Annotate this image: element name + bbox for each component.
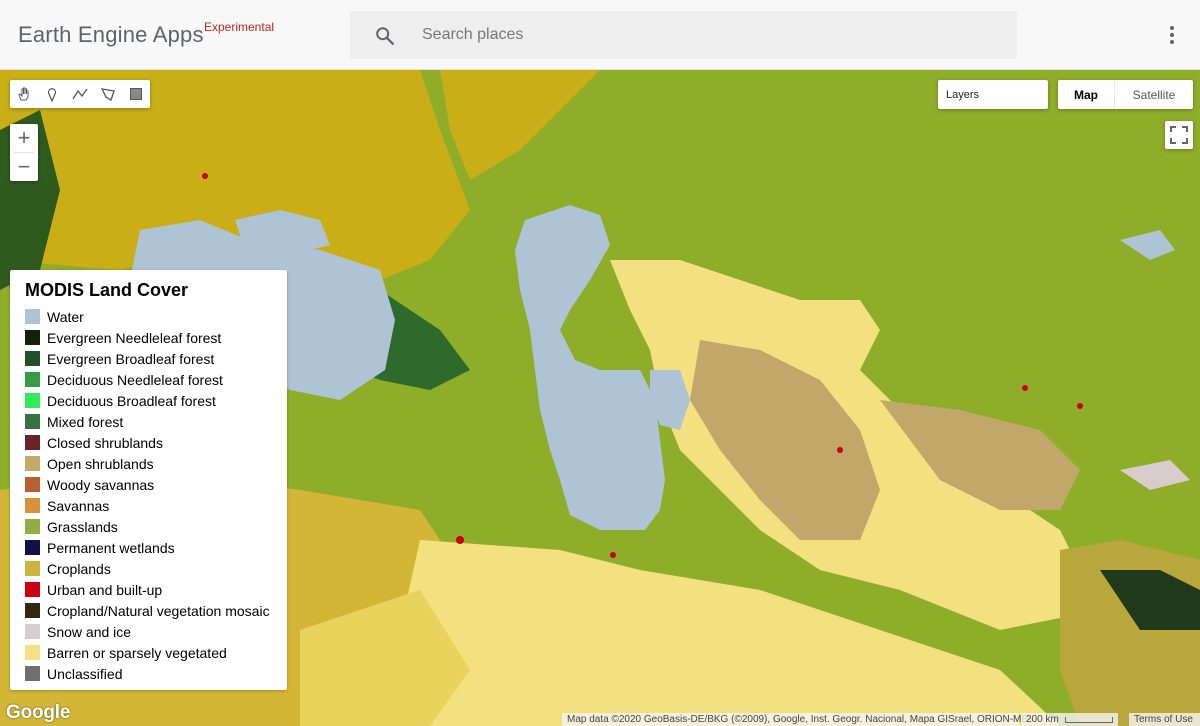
legend-swatch xyxy=(25,666,40,681)
search-icon[interactable] xyxy=(374,25,396,47)
search-input[interactable] xyxy=(422,21,982,49)
zoom-control: + − xyxy=(10,124,38,181)
legend-swatch xyxy=(25,519,40,534)
zoom-in-button[interactable]: + xyxy=(10,124,38,152)
legend-label: Cropland/Natural vegetation mosaic xyxy=(47,602,270,619)
marker-icon[interactable] xyxy=(38,80,66,108)
legend-swatch xyxy=(25,456,40,471)
legend-item: Deciduous Needleleaf forest xyxy=(25,369,272,390)
legend-swatch xyxy=(25,645,40,660)
legend-item: Urban and built-up xyxy=(25,579,272,600)
legend-item: Grasslands xyxy=(25,516,272,537)
legend-label: Grasslands xyxy=(47,518,118,535)
experimental-badge: Experimental xyxy=(204,20,275,34)
legend-swatch xyxy=(25,309,40,324)
legend-label: Mixed forest xyxy=(47,413,124,430)
map-attribution: Map data ©2020 GeoBasis-DE/BKG (©2009), … xyxy=(562,713,1028,726)
legend-swatch xyxy=(25,372,40,387)
legend-label: Barren or sparsely vegetated xyxy=(47,644,227,661)
legend-label: Deciduous Broadleaf forest xyxy=(47,392,216,409)
legend-label: Evergreen Broadleaf forest xyxy=(47,350,215,367)
scale-bar-line xyxy=(1064,716,1113,723)
legend-item: Evergreen Broadleaf forest xyxy=(25,348,272,369)
map-type-map-button[interactable]: Map xyxy=(1058,80,1115,109)
legend-swatch xyxy=(25,477,40,492)
polygon-icon[interactable] xyxy=(94,80,122,108)
legend-label: Closed shrublands xyxy=(47,434,163,451)
rectangle-icon[interactable] xyxy=(122,80,150,108)
hand-icon[interactable] xyxy=(10,80,38,108)
legend-swatch xyxy=(25,393,40,408)
legend-item: Permanent wetlands xyxy=(25,537,272,558)
legend-swatch xyxy=(25,351,40,366)
legend-title: MODIS Land Cover xyxy=(25,280,189,300)
legend-swatch xyxy=(25,414,40,429)
legend-item: Woody savannas xyxy=(25,474,272,495)
map-canvas[interactable]: + − Layers Map Satellite MODIS Land Cove… xyxy=(0,70,1200,726)
scale-label: 200 km xyxy=(1026,714,1059,725)
legend-swatch xyxy=(25,435,40,450)
google-logo: Google xyxy=(6,702,71,723)
layers-button[interactable]: Layers xyxy=(938,80,1048,109)
legend-item: Unclassified xyxy=(25,663,272,684)
legend-swatch xyxy=(25,498,40,513)
legend-swatch xyxy=(25,582,40,597)
legend-item: Savannas xyxy=(25,495,272,516)
legend-item: Croplands xyxy=(25,558,272,579)
legend-swatch xyxy=(25,624,40,639)
legend-item: Open shrublands xyxy=(25,453,272,474)
legend-item: Evergreen Needleleaf forest xyxy=(25,327,272,348)
legend-item: Snow and ice xyxy=(25,621,272,642)
legend-label: Deciduous Needleleaf forest xyxy=(47,371,223,388)
more-options-icon[interactable] xyxy=(1160,22,1184,48)
legend-label: Urban and built-up xyxy=(47,581,163,598)
legend-label: Croplands xyxy=(47,560,111,577)
legend-swatch xyxy=(25,540,40,555)
legend-label: Permanent wetlands xyxy=(47,539,175,556)
search-box[interactable] xyxy=(350,11,1017,59)
legend-swatch xyxy=(25,330,40,345)
legend-item: Cropland/Natural vegetation mosaic xyxy=(25,600,272,621)
legend-label: Unclassified xyxy=(47,665,123,682)
legend-item: Water xyxy=(25,306,272,327)
legend-label: Water xyxy=(47,308,84,325)
legend-label: Woody savannas xyxy=(47,476,155,493)
terms-link[interactable]: Terms of Use xyxy=(1129,713,1200,726)
legend-swatch xyxy=(25,561,40,576)
legend-item: Closed shrublands xyxy=(25,432,272,453)
scale-bar[interactable]: 200 km xyxy=(1021,713,1118,726)
legend-item: Deciduous Broadleaf forest xyxy=(25,390,272,411)
legend-item: Barren or sparsely vegetated xyxy=(25,642,272,663)
legend-item: Mixed forest xyxy=(25,411,272,432)
fullscreen-icon[interactable] xyxy=(1165,121,1193,149)
line-icon[interactable] xyxy=(66,80,94,108)
zoom-out-button[interactable]: − xyxy=(10,153,38,181)
legend-label: Evergreen Needleleaf forest xyxy=(47,329,222,346)
legend-swatch xyxy=(25,603,40,618)
legend-label: Savannas xyxy=(47,497,110,514)
app-header: Earth Engine Apps Experimental xyxy=(0,0,1200,70)
drawing-toolbar xyxy=(10,80,150,108)
map-type-satellite-button[interactable]: Satellite xyxy=(1115,80,1193,109)
legend-label: Snow and ice xyxy=(47,623,132,640)
land-cover-legend: MODIS Land Cover Water Evergreen Needlele… xyxy=(10,270,287,690)
legend-items: Water Evergreen Needleleaf forest Evergree… xyxy=(25,306,272,684)
legend-label: Open shrublands xyxy=(47,455,154,472)
map-type-control: Map Satellite xyxy=(1058,80,1193,109)
app-title: Earth Engine Apps xyxy=(18,22,204,47)
